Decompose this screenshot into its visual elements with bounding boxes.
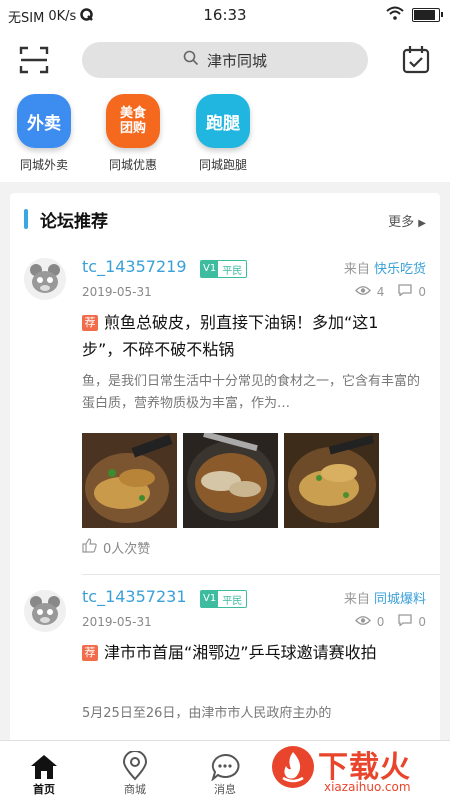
avatar[interactable]	[24, 258, 66, 300]
tab-label: 消息	[214, 783, 236, 796]
comment-icon	[398, 284, 413, 299]
username[interactable]: tc_14357231	[82, 587, 187, 606]
shortcut-row: 外卖 同城外卖 美食 团购 同城优惠 跑腿 同城跑腿	[0, 90, 450, 182]
forum-post[interactable]: tc_14357231 V1 平民 来自 同城爆料 2019-05-31 0 0…	[10, 575, 440, 753]
tab-home[interactable]: 首页	[16, 749, 72, 797]
top-bar: 津市同城	[0, 30, 450, 90]
username[interactable]: tc_14357219	[82, 257, 187, 276]
post-source: 来自 快乐吃货	[344, 258, 426, 277]
forum-header: 论坛推荐 更多 ▶	[10, 193, 440, 243]
tab-mall[interactable]: 商城	[107, 749, 163, 797]
from-prefix: 来自	[343, 592, 370, 607]
post-source: 来自 同城爆料	[344, 588, 426, 607]
level-v: V1	[201, 591, 219, 607]
like-count: 0人次赞	[103, 542, 151, 557]
battery-icon	[412, 8, 443, 22]
post-date: 2019-05-31	[82, 285, 152, 299]
forum-post[interactable]: tc_14357219 V1 平民 来自 快乐吃货 2019-05-31 4 0…	[10, 243, 440, 573]
calendar-checkin-button[interactable]	[400, 44, 432, 76]
eye-icon	[354, 615, 371, 629]
eye-icon	[354, 285, 371, 299]
message-icon	[197, 749, 253, 781]
post-excerpt: 鱼，是我们日常生活中十分常见的食材之一，它含有丰富的蛋白质，营养物质极为丰富，作…	[82, 374, 421, 411]
calendar-icon	[402, 46, 430, 74]
category-link[interactable]: 快乐吃货	[374, 262, 426, 277]
clock: 16:33	[203, 6, 247, 24]
post-stats: 0 0	[354, 614, 426, 629]
post-title[interactable]: 荐津市市首届“湘鄂边”乒乓球邀请赛收拍	[82, 639, 402, 666]
recommend-tag: 荐	[82, 645, 98, 661]
shortcut-takeout[interactable]: 外卖 同城外卖	[4, 94, 84, 173]
wifi-icon	[386, 6, 404, 24]
status-bar: 无SIM 0K/s 16:33	[0, 0, 450, 30]
comment-icon	[398, 614, 413, 629]
post-excerpt: 5月25日至26日，由津市市人民政府主办的	[82, 706, 332, 721]
thumbs-up-icon	[82, 538, 97, 557]
caret-right-icon: ▶	[418, 218, 426, 229]
search-icon	[183, 50, 199, 70]
level-text: 平民	[222, 595, 243, 607]
post-images	[82, 433, 379, 528]
tab-label: 商城	[124, 783, 146, 796]
post-stats: 4 0	[354, 284, 426, 299]
home-icon	[16, 749, 72, 781]
avatar[interactable]	[24, 590, 66, 632]
scan-button[interactable]	[18, 44, 50, 76]
shortcut-label: 同城外卖	[19, 158, 68, 172]
post-image[interactable]	[284, 433, 379, 528]
more-link[interactable]: 更多 ▶	[388, 211, 426, 230]
errand-icon: 跑腿	[196, 94, 250, 148]
post-image[interactable]	[183, 433, 278, 528]
comment-count: 0	[418, 284, 426, 299]
from-prefix: 来自	[343, 262, 370, 277]
takeout-icon: 外卖	[17, 94, 71, 148]
shortcut-label: 同城跑腿	[198, 158, 247, 172]
level-v: V1	[201, 261, 219, 277]
shortcut-errand[interactable]: 跑腿 同城跑腿	[183, 94, 263, 173]
shortcut-label: 同城优惠	[108, 158, 157, 172]
post-image[interactable]	[82, 433, 177, 528]
category-link[interactable]: 同城爆料	[374, 592, 426, 607]
shortcut-group-buy[interactable]: 美食 团购 同城优惠	[93, 94, 173, 173]
search-placeholder: 津市同城	[206, 51, 267, 70]
tab-label: 首页	[33, 783, 55, 796]
view-count: 0	[376, 614, 385, 629]
like-row[interactable]: 0人次赞	[82, 538, 150, 557]
recommend-tag: 荐	[82, 315, 98, 331]
view-count: 4	[376, 284, 385, 299]
search-bar[interactable]: 津市同城	[82, 42, 368, 78]
post-title[interactable]: 荐煎鱼总破皮，别直接下油锅！多加“这1步”，不碎不破不粘锅	[82, 309, 402, 363]
post-date: 2019-05-31	[82, 615, 152, 629]
tab-messages[interactable]: 消息	[197, 749, 253, 797]
section-title: 论坛推荐	[40, 212, 108, 232]
location-pin-icon	[107, 749, 163, 781]
post-title-text: 津市市首届“湘鄂边”乒乓球邀请赛收拍	[104, 643, 377, 662]
forum-card: 论坛推荐 更多 ▶ tc_14357219 V1 平民 来自 快乐吃货 2019…	[10, 193, 440, 753]
group-buy-icon: 美食 团购	[106, 94, 160, 148]
section-accent-bar	[24, 209, 28, 229]
level-badge: V1 平民	[200, 590, 248, 608]
level-badge: V1 平民	[200, 260, 248, 278]
bottom-tab-bar: 首页 商城 消息	[0, 740, 450, 801]
comment-count: 0	[418, 614, 426, 629]
post-title-text: 煎鱼总破皮，别直接下油锅！多加“这1步”，不碎不破不粘锅	[82, 313, 379, 359]
scan-icon	[19, 46, 49, 74]
more-label: 更多	[388, 215, 415, 230]
level-text: 平民	[222, 265, 243, 277]
